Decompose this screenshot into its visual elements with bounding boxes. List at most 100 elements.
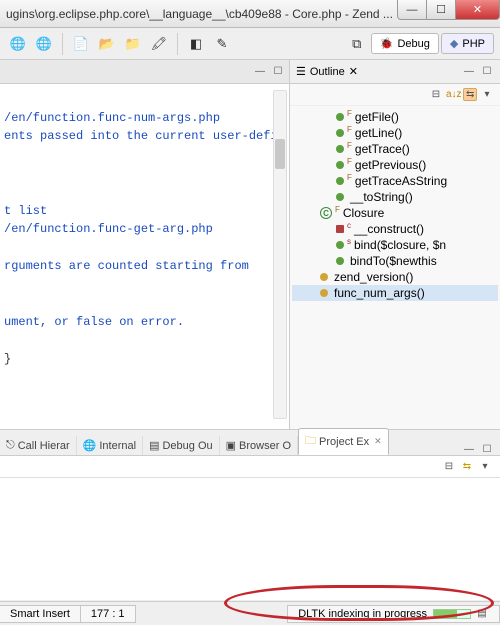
method-icon [336, 113, 344, 121]
close-tab-icon[interactable]: ✕ [374, 436, 382, 447]
outline-item[interactable]: FgetTraceAsString [292, 173, 498, 189]
hierarchy-icon: ⎋ [6, 439, 15, 452]
maximize-button[interactable]: ☐ [426, 0, 456, 20]
outline-item[interactable]: c__construct() [292, 221, 498, 237]
main-toolbar: 🌐 🌐 📄 📂 📁 🖍 ◧ ✎ ⧉ 🐞 Debug ◆ PHP [0, 28, 500, 60]
close-button[interactable]: ✕ [455, 0, 500, 20]
separator [62, 33, 63, 55]
outline-tree[interactable]: FgetFile() FgetLine() FgetTrace() FgetPr… [290, 106, 500, 429]
outline-item[interactable]: FgetFile() [292, 109, 498, 125]
minimize-view-icon[interactable]: — [462, 444, 476, 455]
outline-item-selected[interactable]: func_num_args() [292, 285, 498, 301]
annotation-icon[interactable]: ✎ [210, 32, 234, 56]
open-type-icon[interactable]: 📁 [121, 32, 145, 56]
maximize-view-icon[interactable]: ☐ [480, 444, 494, 455]
class-icon: C [320, 207, 332, 219]
window-title: ugins\org.eclipse.php.core\__language__\… [6, 7, 398, 21]
collapse-all-icon[interactable]: ⊟ [429, 89, 443, 100]
function-icon [320, 289, 328, 297]
new-icon[interactable]: 📄 [69, 32, 93, 56]
function-icon [320, 273, 328, 281]
code-editor[interactable]: /en/function.func-num-args.php ents pass… [0, 84, 289, 429]
method-icon [336, 145, 344, 153]
constructor-icon [336, 225, 344, 233]
php-icon: ◆ [450, 37, 458, 50]
outline-item[interactable]: zend_version() [292, 269, 498, 285]
code-line: t list [4, 204, 47, 218]
view-menu-icon[interactable]: ▾ [480, 89, 494, 100]
minimize-view-icon[interactable]: — [462, 66, 476, 77]
bug-icon: 🐞 [380, 37, 394, 50]
separator [177, 33, 178, 55]
tab-browser-output[interactable]: ▣Browser O [220, 436, 298, 455]
run-icon[interactable]: 🌐 [32, 32, 56, 56]
perspective-debug[interactable]: 🐞 Debug [371, 33, 439, 54]
minimize-view-icon[interactable]: — [253, 66, 267, 77]
folder-icon: 🗀 [305, 432, 316, 451]
outline-icon: ☰ [296, 65, 306, 78]
progress-details-icon[interactable]: ▤ [475, 608, 489, 619]
status-progress-label: DLTK indexing in progress [298, 608, 427, 620]
perspective-php-label: PHP [462, 38, 485, 50]
main-area: — ☐ /en/function.func-num-args.php ents … [0, 60, 500, 430]
collapse-all-icon[interactable]: ⊟ [442, 461, 456, 472]
outline-item[interactable]: __toString() [292, 189, 498, 205]
method-icon [336, 193, 344, 201]
method-icon [336, 257, 344, 265]
code-line: /en/function.func-num-args.php [4, 111, 220, 125]
tab-debug-output[interactable]: ▤Debug Ou [143, 436, 220, 455]
search-icon[interactable]: 🖍 [147, 32, 171, 56]
outline-toolbar: ⊟ a↓z ⇆ ▾ [290, 84, 500, 106]
link-editor-icon[interactable]: ⇆ [460, 461, 474, 472]
outline-item[interactable]: FgetPrevious() [292, 157, 498, 173]
window-titlebar: ugins\org.eclipse.php.core\__language__\… [0, 0, 500, 28]
status-cursor-position: 177 : 1 [80, 605, 136, 623]
globe-icon: 🌐 [83, 439, 97, 452]
project-explorer-toolbar: ⊟ ⇆ ▾ [0, 456, 500, 478]
outline-close-icon[interactable]: ✕ [349, 65, 358, 78]
method-icon [336, 177, 344, 185]
open-folder-icon[interactable]: 📂 [95, 32, 119, 56]
maximize-view-icon[interactable]: ☐ [271, 66, 285, 77]
outline-item[interactable]: FgetTrace() [292, 141, 498, 157]
outline-header: ☰ Outline ✕ — ☐ [290, 60, 500, 84]
window-controls: — ☐ ✕ [398, 0, 500, 27]
method-icon [336, 241, 344, 249]
scrollbar-thumb[interactable] [275, 139, 285, 169]
outline-item-class[interactable]: CFClosure [292, 205, 498, 221]
console-icon: ▤ [149, 439, 159, 452]
perspective-php[interactable]: ◆ PHP [441, 33, 494, 54]
view-menu-icon[interactable]: ▾ [478, 461, 492, 472]
tab-internal[interactable]: 🌐Internal [77, 436, 143, 455]
toggle-mark-icon[interactable]: ◧ [184, 32, 208, 56]
method-icon [336, 129, 344, 137]
project-explorer-body[interactable] [0, 478, 500, 600]
open-perspective-icon[interactable]: ⧉ [345, 32, 369, 56]
minimize-button[interactable]: — [397, 0, 427, 20]
status-progress[interactable]: DLTK indexing in progress ▤ [287, 605, 500, 623]
outline-item[interactable]: sbind($closure, $n [292, 237, 498, 253]
status-bar: Smart Insert 177 : 1 DLTK indexing in pr… [0, 601, 500, 625]
outline-title-label: Outline [310, 66, 345, 78]
link-editor-icon[interactable]: ⇆ [463, 88, 477, 101]
browser-icon: ▣ [226, 439, 236, 452]
editor-tab-toolbar: — ☐ [0, 60, 289, 84]
code-line: } [4, 352, 11, 366]
tab-project-explorer[interactable]: 🗀Project Ex✕ [298, 428, 389, 455]
maximize-view-icon[interactable]: ☐ [480, 66, 494, 77]
status-insert-mode: Smart Insert [0, 605, 81, 623]
outline-panel: ☰ Outline ✕ — ☐ ⊟ a↓z ⇆ ▾ FgetFile() Fge… [290, 60, 500, 429]
tab-call-hierarchy[interactable]: ⎋Call Hierar [0, 436, 77, 455]
outline-item[interactable]: bindTo($newthis [292, 253, 498, 269]
code-line: rguments are counted starting from [4, 259, 249, 273]
outline-item[interactable]: FgetLine() [292, 125, 498, 141]
editor-scrollbar[interactable] [273, 90, 287, 419]
sort-icon[interactable]: a↓z [446, 89, 460, 100]
views-tabstrip: ⎋Call Hierar 🌐Internal ▤Debug Ou ▣Browse… [0, 430, 500, 456]
code-line: /en/function.func-get-arg.php [4, 222, 213, 236]
progress-bar [433, 609, 471, 619]
debug-run-icon[interactable]: 🌐 [6, 32, 30, 56]
code-line: ument, or false on error. [4, 315, 184, 329]
code-line: ents passed into the current user-defin [4, 129, 285, 143]
method-icon [336, 161, 344, 169]
